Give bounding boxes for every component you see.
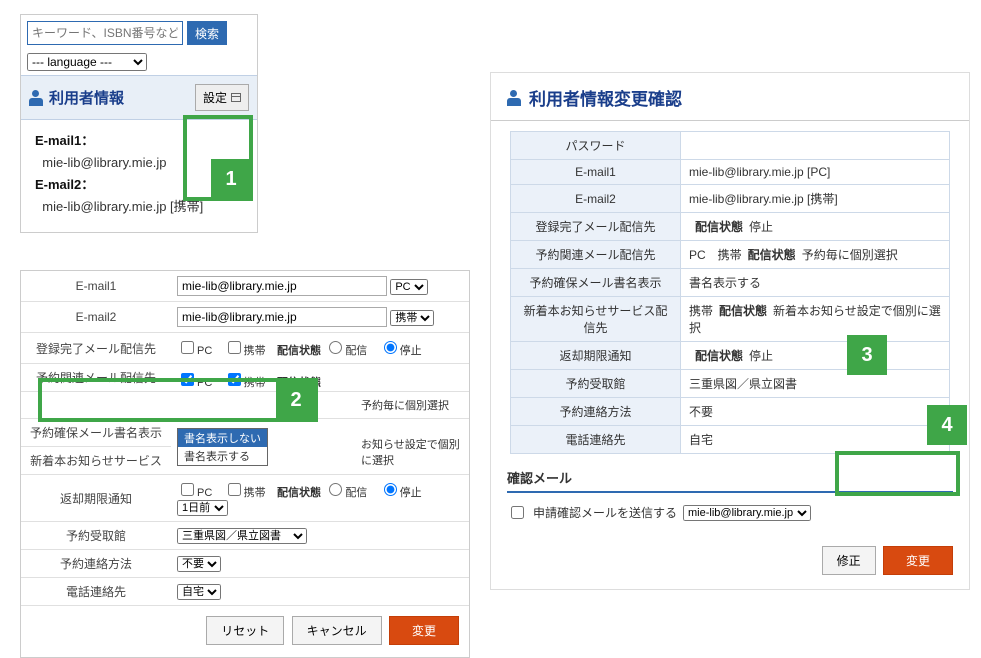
user-info-title-text: 利用者情報 [49, 87, 124, 108]
returndue-pc[interactable] [181, 483, 194, 496]
edit-button[interactable]: 修正 [822, 546, 876, 575]
label-returndue: 返却期限通知 [21, 475, 171, 522]
row-email2: E-mail2 携帯 [21, 302, 469, 333]
confirm-mail-select[interactable]: mie-lib@library.mie.jp [683, 505, 811, 521]
cancel-button[interactable]: キャンセル [292, 616, 382, 645]
reset-button[interactable]: リセット [206, 616, 284, 645]
callout-4-box [835, 451, 960, 496]
confirm-mail-row: 申請確認メールを送信する mie-lib@library.mie.jp [491, 495, 969, 530]
row-pickup: 予約受取館 三重県図／県立図書 [21, 522, 469, 550]
callout-4-num: 4 [927, 405, 967, 445]
edit-form-panel: E-mail1 PC E-mail2 携帯 登録完了メール配信先 PC 携帯 [20, 270, 470, 658]
email1-label: E-mail1： [35, 133, 94, 148]
select-contact[interactable]: 不要 [177, 556, 221, 572]
regcomplete-off[interactable] [384, 341, 397, 354]
table-row: 予約確保メール書名表示書名表示する [511, 269, 950, 297]
submit-button[interactable]: 変更 [389, 616, 459, 645]
confirm-table: パスワード E-mail1mie-lib@library.mie.jp [PC]… [510, 131, 950, 454]
row-regcomplete: 登録完了メール配信先 PC 携帯 配信状態 配信 停止 [21, 333, 469, 364]
confirm-title-text: 利用者情報変更確認 [529, 85, 682, 110]
returndue-days[interactable]: 1日前 [177, 500, 228, 516]
table-row: E-mail1mie-lib@library.mie.jp [PC] [511, 160, 950, 185]
select-tel[interactable]: 自宅 [177, 584, 221, 600]
returndue-on[interactable] [329, 483, 342, 496]
label-newbook: 新着本お知らせサービス [21, 447, 171, 475]
confirm-mail-label: 申請確認メールを送信する [533, 504, 677, 521]
input-email1[interactable] [177, 276, 387, 296]
regcomplete-pc[interactable] [181, 341, 194, 354]
yoyaku-hold-dropdown[interactable]: 書名表示しない 書名表示する [177, 428, 268, 466]
search-input[interactable] [27, 21, 183, 45]
row-returndue: 返却期限通知 PC 携帯 配信状態 配信 停止 1日前 [21, 475, 469, 522]
language-select[interactable]: --- language --- [27, 53, 147, 71]
table-row: パスワード [511, 132, 950, 160]
callout-1-num: 1 [211, 159, 251, 199]
row-contact: 予約連絡方法 不要 [21, 550, 469, 578]
table-row: 予約関連メール配信先PC 携帯配信状態予約毎に個別選択 [511, 241, 950, 269]
callout-2-num: 2 [276, 380, 316, 420]
person-icon [507, 90, 521, 106]
confirm-button-row: 修正 変更 [491, 530, 969, 589]
form-button-row: リセット キャンセル 変更 [21, 606, 469, 649]
returndue-status-lbl: 配信状態 [277, 487, 321, 499]
email2-label: E-mail2： [35, 177, 94, 192]
select-email2-type[interactable]: 携帯 [390, 310, 434, 326]
person-icon [29, 90, 43, 106]
user-info-title: 利用者情報 [29, 87, 124, 108]
settings-button-label: 設定 [203, 89, 227, 106]
confirm-title: 利用者情報変更確認 [491, 73, 969, 121]
table-row: 予約連絡方法不要 [511, 398, 950, 426]
input-email2[interactable] [177, 307, 387, 327]
table-row: 電話連絡先自宅 [511, 426, 950, 454]
select-pickup[interactable]: 三重県図／県立図書 [177, 528, 307, 544]
label-yoyaku-hold: 予約確保メール書名表示 [21, 419, 171, 447]
window-icon [231, 93, 241, 102]
search-button[interactable]: 検索 [187, 21, 227, 45]
regcomplete-on[interactable] [329, 341, 342, 354]
label-tel: 電話連絡先 [21, 578, 171, 606]
label-contact: 予約連絡方法 [21, 550, 171, 578]
regcomplete-status-lbl: 配信状態 [277, 345, 321, 357]
row-email1: E-mail1 PC [21, 271, 469, 302]
label-email1: E-mail1 [21, 271, 171, 302]
select-email1-type[interactable]: PC [390, 279, 428, 295]
table-row: E-mail2mie-lib@library.mie.jp [携帯] [511, 185, 950, 213]
returndue-off[interactable] [384, 483, 397, 496]
label-email2: E-mail2 [21, 302, 171, 333]
confirm-mail-checkbox[interactable] [511, 506, 524, 519]
confirm-submit-button[interactable]: 変更 [883, 546, 953, 575]
row-yoyaku-hold: 予約確保メール書名表示 書名表示しない 書名表示する お知らせ設定で個別に選択 [21, 419, 469, 447]
callout-3-num: 3 [847, 335, 887, 375]
user-info-header: 利用者情報 設定 [21, 75, 257, 120]
yoyaku-hold-opt-show[interactable]: 書名表示する [178, 447, 267, 465]
language-row: --- language --- [21, 49, 257, 75]
email1-value: mie-lib@library.mie.jp [42, 155, 166, 170]
confirm-panel: 利用者情報変更確認 パスワード E-mail1mie-lib@library.m… [490, 72, 970, 590]
table-row: 登録完了メール配信先配信状態停止 [511, 213, 950, 241]
row-tel: 電話連絡先 自宅 [21, 578, 469, 606]
label-regcomplete: 登録完了メール配信先 [21, 333, 171, 364]
email2-value: mie-lib@library.mie.jp [携帯] [42, 199, 203, 214]
label-pickup: 予約受取館 [21, 522, 171, 550]
returndue-keitai[interactable] [228, 483, 241, 496]
search-row: 検索 [21, 15, 257, 49]
yoyaku-hold-opt-hide[interactable]: 書名表示しない [178, 429, 267, 447]
edit-form-table: E-mail1 PC E-mail2 携帯 登録完了メール配信先 PC 携帯 [21, 271, 469, 606]
newbook-trail: お知らせ設定で個別に選択 [361, 436, 469, 468]
regcomplete-keitai[interactable] [228, 341, 241, 354]
settings-button[interactable]: 設定 [195, 84, 249, 111]
